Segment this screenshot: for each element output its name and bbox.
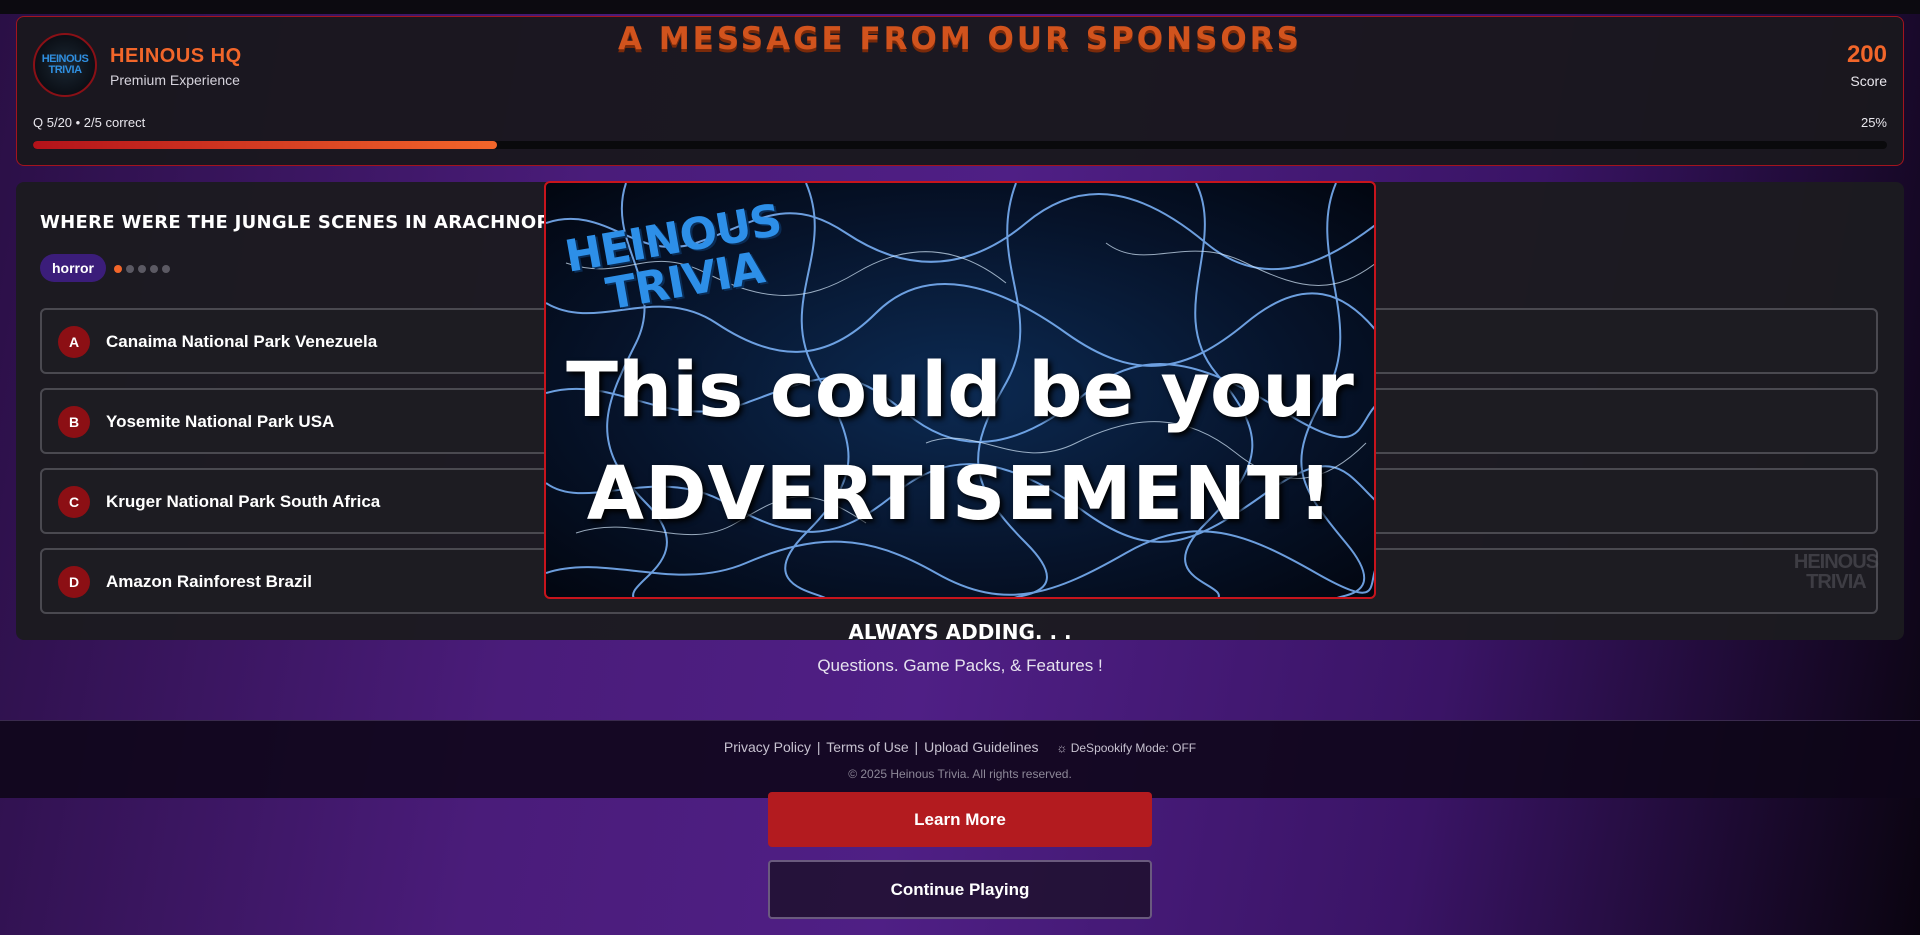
difficulty-dot: [126, 265, 134, 273]
top-strip: [0, 0, 1920, 14]
despookify-label: DeSpookify Mode: OFF: [1070, 741, 1197, 755]
ad-headline-line1: This could be your: [566, 345, 1354, 434]
difficulty-dots: [114, 265, 170, 273]
score-label: Score: [1850, 73, 1887, 89]
game-header: HEINOUS TRIVIA HEINOUS HQ Premium Experi…: [16, 16, 1904, 166]
score-value: 200: [1846, 41, 1887, 68]
sponsor-ad-banner[interactable]: HEINOUS TRIVIA This could be your ADVERT…: [544, 181, 1376, 599]
answer-text: Canaima National Park Venezuela: [106, 332, 378, 351]
watermark-logo: HEINOUS TRIVIA: [1793, 551, 1879, 593]
progress-bar: [33, 141, 1887, 149]
upload-guidelines-link[interactable]: Upload Guidelines: [924, 739, 1038, 755]
footer-separator: |: [816, 739, 821, 755]
answer-letter-badge: A: [58, 326, 90, 358]
difficulty-dot: [162, 265, 170, 273]
answer-letter-badge: C: [58, 486, 90, 518]
copyright: © 2025 Heinous Trivia. All rights reserv…: [848, 767, 1072, 781]
footer-links: Privacy Policy | Terms of Use | Upload G…: [0, 739, 1920, 755]
brand-subtitle: Premium Experience: [110, 72, 240, 88]
terms-of-use-link[interactable]: Terms of Use: [826, 739, 908, 755]
answer-letter-badge: B: [58, 406, 90, 438]
footer: Privacy Policy | Terms of Use | Upload G…: [0, 720, 1920, 798]
watermark-line2: TRIVIA: [1806, 571, 1867, 593]
footer-separator: |: [914, 739, 919, 755]
answer-text: Yosemite National Park USA: [106, 412, 335, 431]
ad-headline-line2: ADVERTISEMENT!: [586, 451, 1334, 537]
watermark-line1: HEINOUS: [1793, 551, 1879, 573]
learn-more-button[interactable]: Learn More: [768, 792, 1152, 847]
sponsor-title: A MESSAGE FROM OUR SPONSORS: [618, 21, 1302, 57]
logo-text-line2: TRIVIA: [48, 64, 82, 76]
answer-text: Amazon Rainforest Brazil: [106, 572, 312, 591]
progress-bar-fill: [33, 141, 497, 149]
progress-percent: 25%: [1860, 115, 1887, 130]
category-tag: horror: [40, 254, 106, 282]
despookify-toggle[interactable]: ☼ DeSpookify Mode: OFF: [1056, 741, 1196, 755]
continue-playing-button[interactable]: Continue Playing: [768, 860, 1152, 919]
promo-title: ALWAYS ADDING. . .: [848, 620, 1072, 644]
answer-text: Kruger National Park South Africa: [106, 492, 381, 511]
question-status: Q 5/20 • 2/5 correct: [33, 115, 146, 130]
answer-letter-badge: D: [58, 566, 90, 598]
difficulty-dot: [138, 265, 146, 273]
promo-subtitle: Questions. Game Packs, & Features !: [817, 656, 1103, 675]
difficulty-dot: [114, 265, 122, 273]
privacy-policy-link[interactable]: Privacy Policy: [724, 739, 811, 755]
sun-icon: ☼: [1056, 741, 1068, 755]
difficulty-dot: [150, 265, 158, 273]
